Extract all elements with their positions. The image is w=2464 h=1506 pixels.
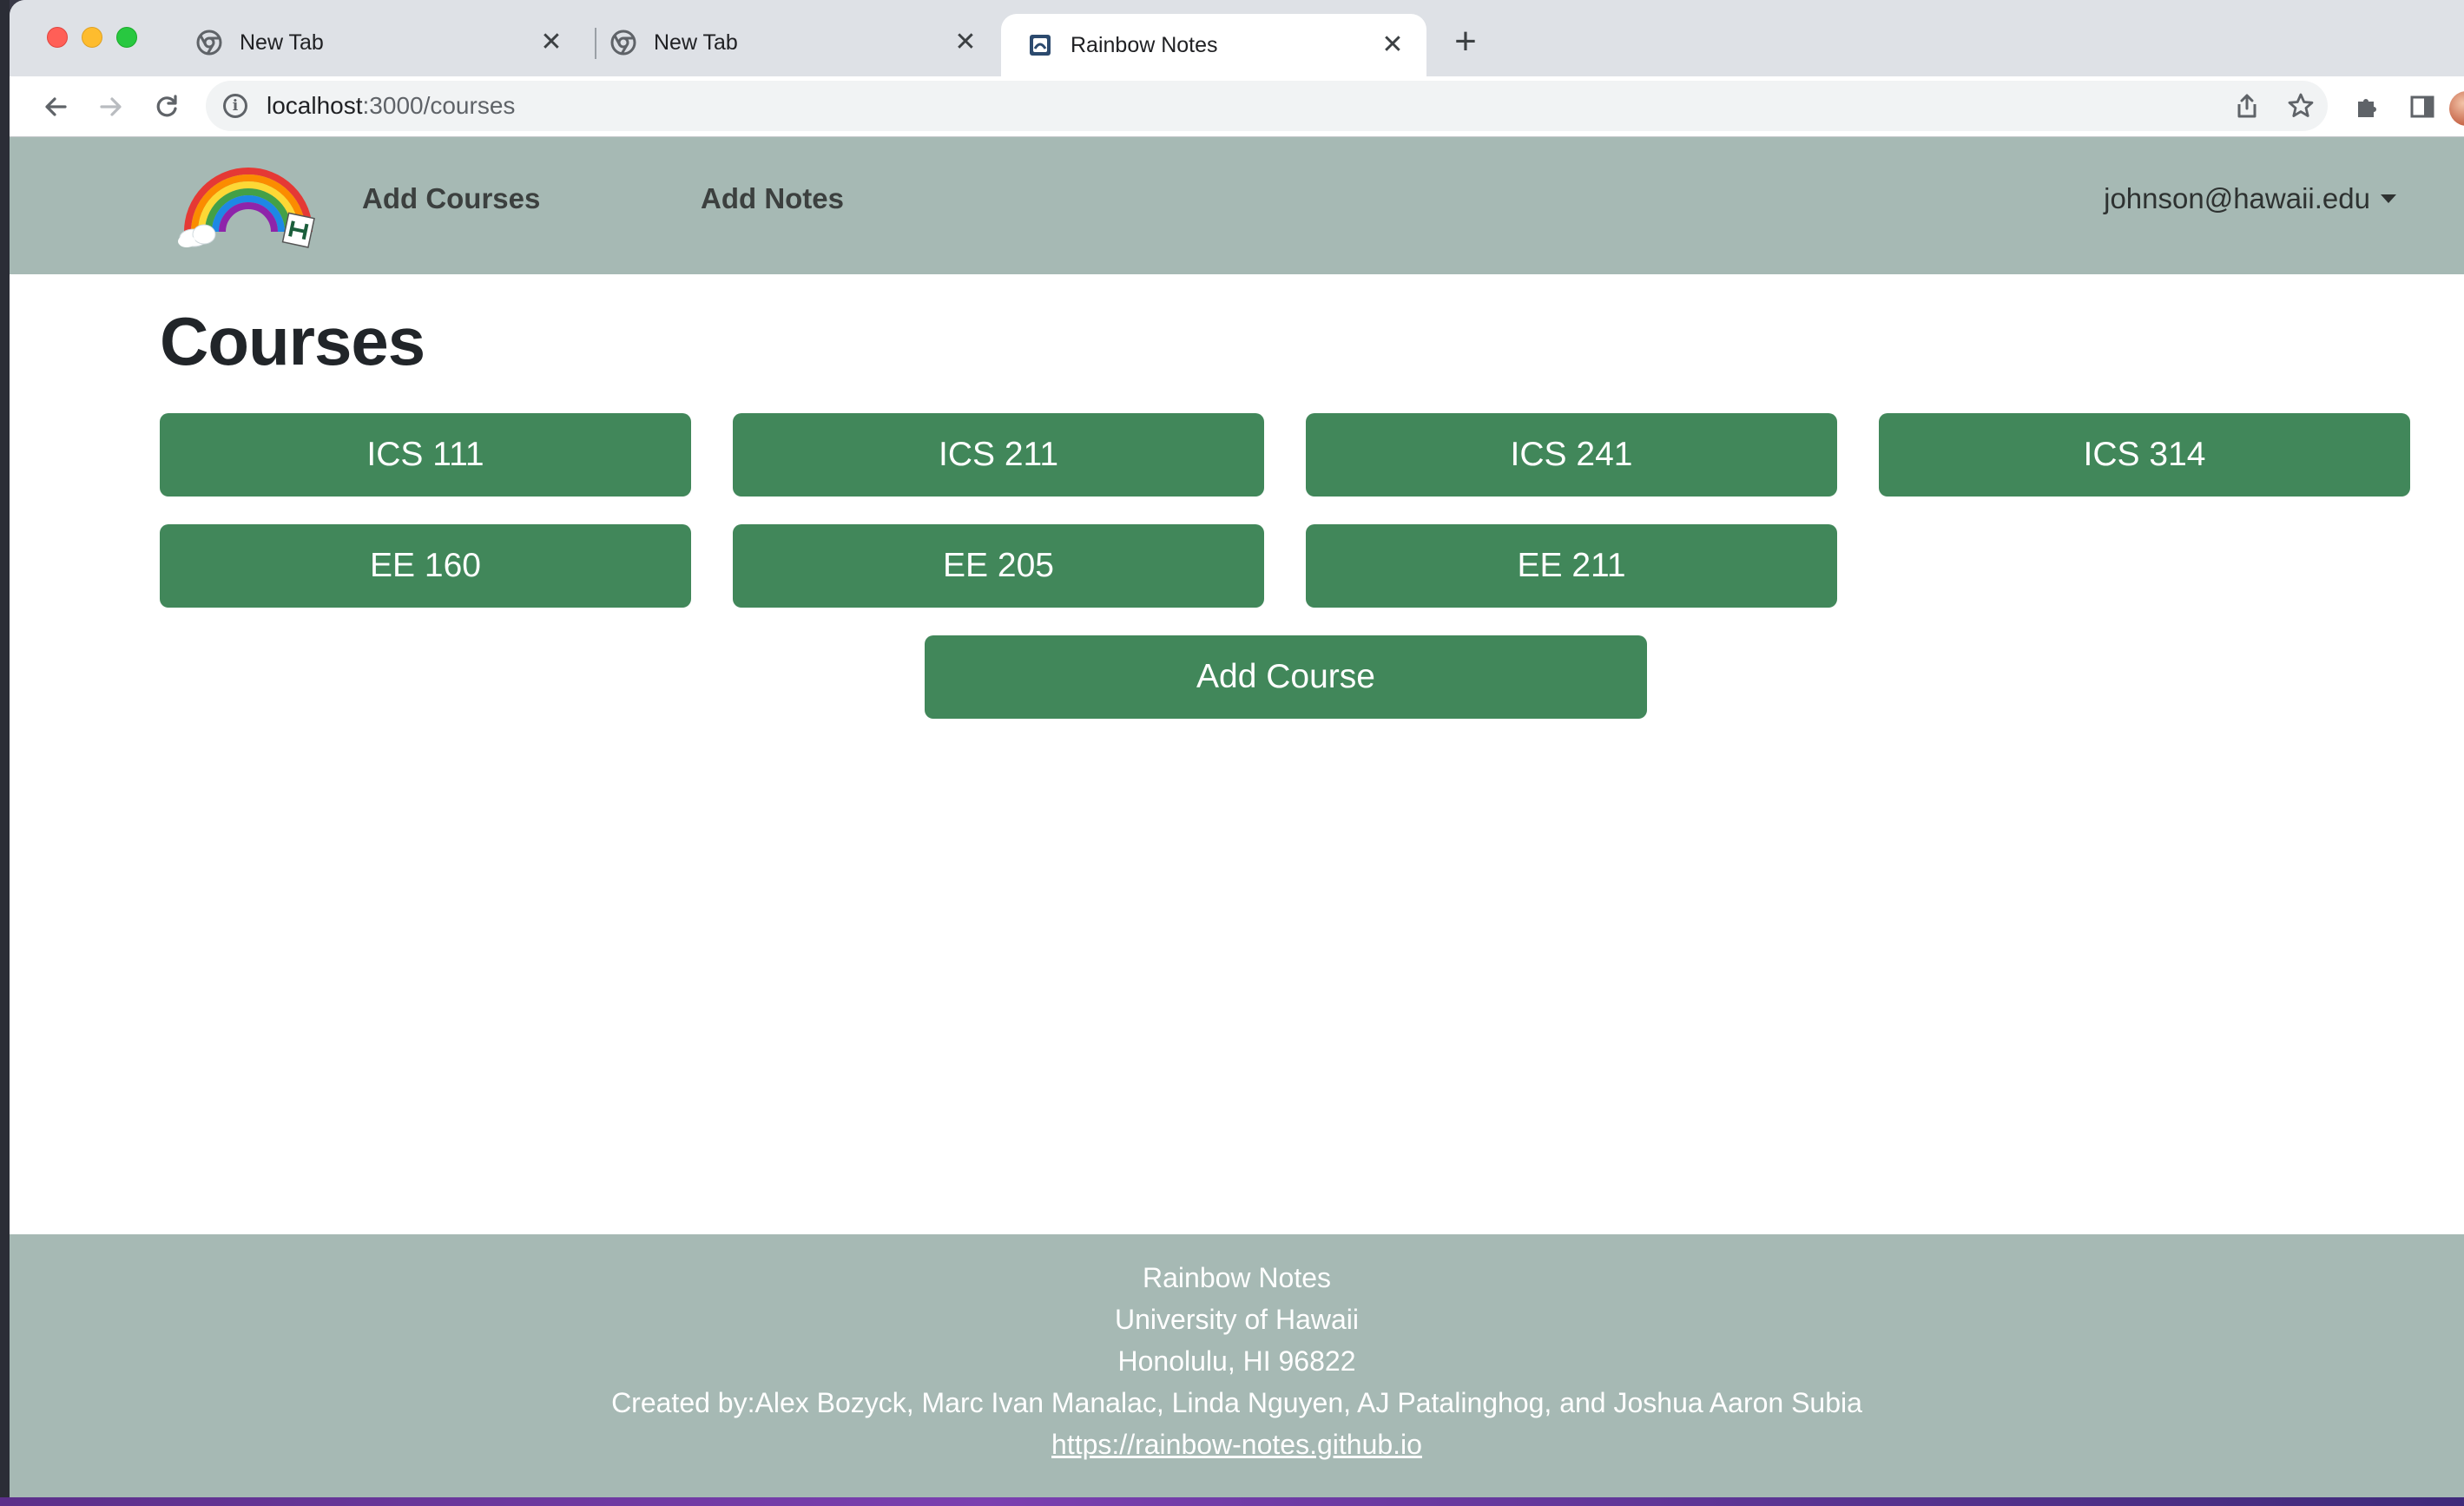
footer-university: University of Hawaii xyxy=(1115,1304,1359,1335)
rainbow-notes-favicon-icon xyxy=(1030,35,1051,56)
share-icon[interactable] xyxy=(2227,81,2267,131)
nav-add-courses-link[interactable]: Add Courses xyxy=(362,182,540,215)
desktop-background-strip xyxy=(0,1497,2464,1506)
url-host: localhost xyxy=(267,92,363,119)
close-window-button[interactable] xyxy=(47,27,68,48)
minimize-window-button[interactable] xyxy=(82,27,102,48)
browser-window: New Tab ✕ New Tab ✕ Rainbow Notes ✕ + i … xyxy=(10,0,2464,1497)
url-path: :3000/courses xyxy=(362,92,516,119)
chrome-icon xyxy=(196,30,222,56)
course-button[interactable]: ICS 241 xyxy=(1306,413,1837,497)
course-button[interactable]: EE 211 xyxy=(1306,524,1837,608)
nav-add-notes-link[interactable]: Add Notes xyxy=(701,182,844,215)
add-course-button[interactable]: Add Course xyxy=(925,635,1647,719)
tab-new-tab-2[interactable]: New Tab ✕ xyxy=(584,14,999,71)
side-panel-icon[interactable] xyxy=(2402,87,2442,127)
footer-site-name: Rainbow Notes xyxy=(1143,1262,1331,1293)
close-tab-icon[interactable]: ✕ xyxy=(952,30,978,56)
bookmark-star-icon[interactable] xyxy=(2281,81,2321,131)
footer-github-link[interactable]: https://rainbow-notes.github.io xyxy=(1051,1429,1422,1460)
browser-toolbar: i localhost:3000/courses xyxy=(10,76,2464,137)
rainbow-logo-icon[interactable] xyxy=(175,158,322,253)
footer-credits: Created by:Alex Bozyck, Marc Ivan Manala… xyxy=(611,1387,1862,1418)
address-bar[interactable]: i localhost:3000/courses xyxy=(206,81,2328,131)
tab-new-tab-1[interactable]: New Tab ✕ xyxy=(170,14,585,71)
chevron-down-icon xyxy=(2381,194,2396,203)
tab-rainbow-notes[interactable]: Rainbow Notes ✕ xyxy=(1001,14,1426,76)
footer-address: Honolulu, HI 96822 xyxy=(1117,1345,1356,1377)
new-tab-plus-icon[interactable]: + xyxy=(1446,19,1485,64)
tab-title: Rainbow Notes xyxy=(1071,32,1218,57)
course-button[interactable]: EE 160 xyxy=(160,524,691,608)
close-tab-icon[interactable]: ✕ xyxy=(538,30,564,56)
tab-title: New Tab xyxy=(654,30,738,55)
course-button[interactable]: ICS 111 xyxy=(160,413,691,497)
close-tab-icon[interactable]: ✕ xyxy=(1380,32,1406,58)
extensions-puzzle-icon[interactable] xyxy=(2347,87,2387,127)
user-dropdown[interactable]: johnson@hawaii.edu xyxy=(2104,182,2396,215)
maximize-window-button[interactable] xyxy=(116,27,137,48)
forward-arrow-icon[interactable] xyxy=(91,87,131,127)
course-button[interactable]: ICS 314 xyxy=(1879,413,2410,497)
course-button[interactable]: EE 205 xyxy=(733,524,1264,608)
tab-title: New Tab xyxy=(240,30,324,55)
page-title: Courses xyxy=(160,303,425,379)
profile-avatar[interactable] xyxy=(2449,91,2464,126)
back-arrow-icon[interactable] xyxy=(36,87,76,127)
page-content: Add Courses Add Notes johnson@hawaii.edu… xyxy=(10,137,2464,1497)
tab-strip: New Tab ✕ New Tab ✕ Rainbow Notes ✕ + xyxy=(10,0,2464,76)
chrome-icon xyxy=(610,30,636,56)
reload-icon[interactable] xyxy=(147,87,187,127)
site-info-icon[interactable]: i xyxy=(223,94,247,118)
desktop-edge xyxy=(0,0,10,1497)
site-navbar: Add Courses Add Notes johnson@hawaii.edu xyxy=(10,137,2464,274)
course-button[interactable]: ICS 211 xyxy=(733,413,1264,497)
site-footer: Rainbow Notes University of Hawaii Honol… xyxy=(10,1234,2464,1497)
user-email: johnson@hawaii.edu xyxy=(2104,182,2370,214)
